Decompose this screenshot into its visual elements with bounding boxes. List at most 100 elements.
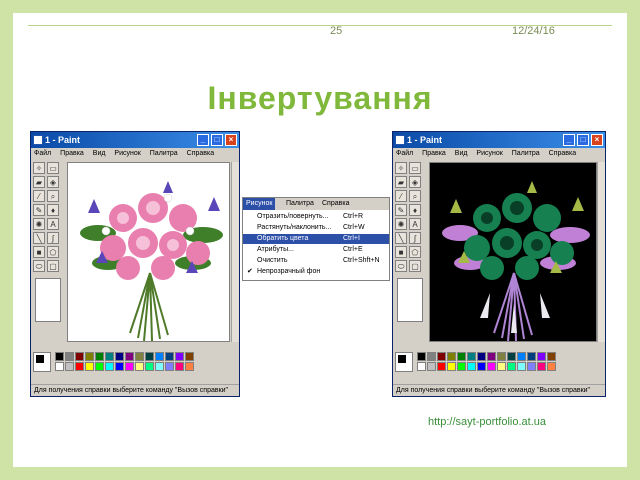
palette-swatch[interactable] bbox=[427, 362, 436, 371]
palette-swatch[interactable] bbox=[55, 362, 64, 371]
minimize-button[interactable]: _ bbox=[197, 134, 209, 146]
palette-swatch[interactable] bbox=[155, 362, 164, 371]
pencil-icon[interactable]: ✎ bbox=[33, 204, 45, 216]
palette-swatch[interactable] bbox=[75, 352, 84, 361]
palette-swatch[interactable] bbox=[527, 352, 536, 361]
eraser-icon[interactable]: ▰ bbox=[33, 176, 45, 188]
menu-item[interactable]: Растянуть/наклонить... Ctrl+W bbox=[243, 223, 389, 233]
picker-icon[interactable]: ⁄ bbox=[33, 190, 45, 202]
airbrush-icon[interactable]: ✺ bbox=[33, 218, 45, 230]
maximize-button[interactable]: □ bbox=[211, 134, 223, 146]
palette-swatch[interactable] bbox=[417, 352, 426, 361]
current-colors[interactable] bbox=[395, 352, 413, 372]
palette-swatch[interactable] bbox=[547, 362, 556, 371]
menu-palette[interactable]: Палитра bbox=[512, 150, 540, 157]
drawing-canvas[interactable] bbox=[67, 162, 230, 342]
close-button[interactable]: × bbox=[225, 134, 237, 146]
palette-swatch[interactable] bbox=[115, 352, 124, 361]
palette-swatch[interactable] bbox=[477, 362, 486, 371]
menu-edit[interactable]: Правка bbox=[60, 150, 84, 157]
drawing-canvas[interactable] bbox=[429, 162, 597, 342]
tool-options[interactable] bbox=[35, 278, 61, 322]
curve-icon[interactable]: ∫ bbox=[47, 232, 59, 244]
picker-icon[interactable]: ⁄ bbox=[395, 190, 407, 202]
curve-icon[interactable]: ∫ bbox=[409, 232, 421, 244]
menu-file[interactable]: Файл bbox=[34, 150, 51, 157]
pencil-icon[interactable]: ✎ bbox=[395, 204, 407, 216]
free-select-icon[interactable]: ✧ bbox=[395, 162, 407, 174]
palette-swatch[interactable] bbox=[135, 352, 144, 361]
brush-icon[interactable]: ♦ bbox=[47, 204, 59, 216]
palette-swatch[interactable] bbox=[75, 362, 84, 371]
rectangle-icon[interactable]: ■ bbox=[33, 246, 45, 258]
magnifier-icon[interactable]: ⌕ bbox=[409, 190, 421, 202]
palette-swatch[interactable] bbox=[55, 352, 64, 361]
fill-icon[interactable]: ◈ bbox=[409, 176, 421, 188]
palette-swatch[interactable] bbox=[105, 352, 114, 361]
palette-swatch[interactable] bbox=[105, 362, 114, 371]
menu-help[interactable]: Справка bbox=[319, 198, 352, 210]
eraser-icon[interactable]: ▰ bbox=[395, 176, 407, 188]
close-button[interactable]: × bbox=[591, 134, 603, 146]
rounded-rect-icon[interactable]: ▢ bbox=[47, 260, 59, 272]
palette-swatch[interactable] bbox=[507, 352, 516, 361]
polygon-icon[interactable]: ⬠ bbox=[409, 246, 421, 258]
vertical-scrollbar[interactable] bbox=[597, 162, 605, 342]
vertical-scrollbar[interactable] bbox=[231, 162, 239, 342]
palette-swatch[interactable] bbox=[175, 362, 184, 371]
menu-edit[interactable]: Правка bbox=[422, 150, 446, 157]
brush-icon[interactable]: ♦ bbox=[409, 204, 421, 216]
palette-swatch[interactable] bbox=[437, 362, 446, 371]
menu-palette[interactable]: Палитра bbox=[283, 198, 317, 210]
menu-item[interactable]: Отразить/повернуть... Ctrl+R bbox=[243, 212, 389, 222]
palette-swatch[interactable] bbox=[507, 362, 516, 371]
menu-item[interactable]: ✔ Непрозрачный фон bbox=[243, 267, 389, 277]
ellipse-icon[interactable]: ⬭ bbox=[395, 260, 407, 272]
menu-palette[interactable]: Палитра bbox=[150, 150, 178, 157]
palette-swatch[interactable] bbox=[477, 352, 486, 361]
palette-swatch[interactable] bbox=[487, 352, 496, 361]
fill-icon[interactable]: ◈ bbox=[47, 176, 59, 188]
rounded-rect-icon[interactable]: ▢ bbox=[409, 260, 421, 272]
palette-swatch[interactable] bbox=[175, 352, 184, 361]
palette-swatch[interactable] bbox=[135, 362, 144, 371]
palette-swatch[interactable] bbox=[427, 352, 436, 361]
palette-swatch[interactable] bbox=[417, 362, 426, 371]
palette-swatch[interactable] bbox=[467, 352, 476, 361]
palette-swatch[interactable] bbox=[467, 362, 476, 371]
source-link[interactable]: http://sayt-portfolio.at.ua bbox=[428, 416, 546, 428]
palette-swatch[interactable] bbox=[165, 362, 174, 371]
menu-image[interactable]: Рисунок bbox=[114, 150, 140, 157]
menu-image-active[interactable]: Рисунок bbox=[243, 198, 276, 210]
palette-swatch[interactable] bbox=[65, 362, 74, 371]
palette-swatch[interactable] bbox=[537, 362, 546, 371]
palette-swatch[interactable] bbox=[517, 362, 526, 371]
line-icon[interactable]: ╲ bbox=[33, 232, 45, 244]
menu-view[interactable]: Вид bbox=[93, 150, 106, 157]
minimize-button[interactable]: _ bbox=[563, 134, 575, 146]
menu-item[interactable]: Очистить Ctrl+Shft+N bbox=[243, 256, 389, 266]
free-select-icon[interactable]: ✧ bbox=[33, 162, 45, 174]
ellipse-icon[interactable]: ⬭ bbox=[33, 260, 45, 272]
palette-swatch[interactable] bbox=[497, 352, 506, 361]
tool-options[interactable] bbox=[397, 278, 423, 322]
palette-swatch[interactable] bbox=[125, 362, 134, 371]
palette-swatch[interactable] bbox=[95, 362, 104, 371]
menu-help[interactable]: Справка bbox=[187, 150, 214, 157]
palette-swatch[interactable] bbox=[527, 362, 536, 371]
palette-swatch[interactable] bbox=[145, 352, 154, 361]
palette-swatch[interactable] bbox=[145, 362, 154, 371]
palette-swatch[interactable] bbox=[185, 352, 194, 361]
palette-swatch[interactable] bbox=[447, 352, 456, 361]
palette-swatch[interactable] bbox=[85, 352, 94, 361]
maximize-button[interactable]: □ bbox=[577, 134, 589, 146]
menu-view[interactable]: Вид bbox=[455, 150, 468, 157]
line-icon[interactable]: ╲ bbox=[395, 232, 407, 244]
palette-swatch[interactable] bbox=[185, 362, 194, 371]
rectangle-icon[interactable]: ■ bbox=[395, 246, 407, 258]
menu-file[interactable]: Файл bbox=[396, 150, 413, 157]
text-icon[interactable]: A bbox=[409, 218, 421, 230]
palette-swatch[interactable] bbox=[447, 362, 456, 371]
menu-item[interactable]: Атрибуты... Ctrl+E bbox=[243, 245, 389, 255]
palette-swatch[interactable] bbox=[497, 362, 506, 371]
